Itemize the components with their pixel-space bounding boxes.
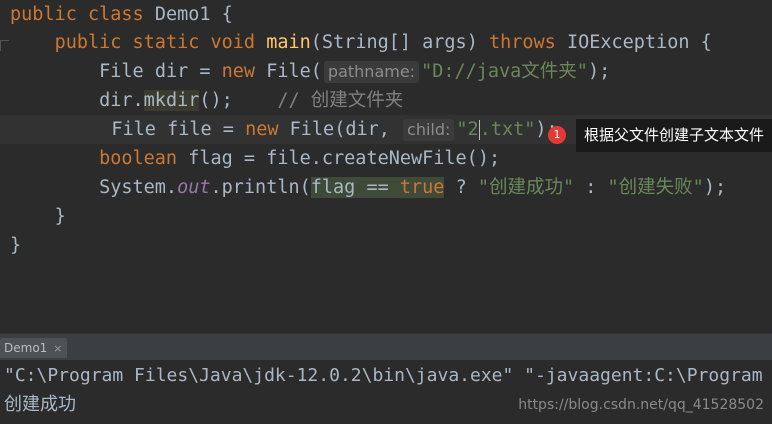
code-line-3[interactable]: File dir = new File(pathname: "D://java文件… (10, 57, 610, 86)
code-line-4[interactable]: dir.mkdir(); // 创建文件夹 (10, 86, 403, 115)
expression: file.createNewFile(); (266, 148, 501, 169)
condition: flag == (310, 177, 389, 198)
keyword: public (54, 32, 122, 53)
code-editor[interactable]: public class Demo1 { public static void … (0, 0, 772, 333)
console-output-line: 创建成功 (4, 394, 76, 415)
comment: // 创建文件夹 (277, 90, 404, 111)
keyword-true: true (399, 177, 445, 198)
call-end: (); (199, 90, 233, 111)
console-command-line: "C:\Program Files\Java\jdk-12.0.2\bin\ja… (4, 365, 763, 386)
operator: = (222, 119, 234, 140)
type: File (111, 119, 156, 140)
operator: = (199, 61, 211, 82)
object-ref: dir. (99, 90, 144, 111)
code-line-7[interactable]: System.out.println(flag == true ? "创建成功"… (10, 173, 726, 202)
brace: } (10, 235, 22, 256)
fold-marker[interactable] (0, 40, 9, 51)
code-line-8[interactable]: } (10, 202, 66, 231)
run-tab-demo1[interactable]: Demo1 × (0, 338, 67, 358)
ternary-colon: : (585, 177, 597, 198)
brace: } (54, 206, 66, 227)
code-line-2[interactable]: public static void main(String[] args) t… (10, 28, 712, 57)
code-line-6[interactable]: boolean flag = file.createNewFile(); (10, 144, 500, 173)
code-line-9[interactable]: } (10, 231, 21, 260)
string-literal-end: .txt" (479, 119, 536, 140)
annotation-tooltip: 根据父文件创建子文本文件 (576, 119, 772, 152)
params: (String[] args) (310, 32, 478, 53)
run-tab-label: Demo1 (4, 341, 48, 355)
code-line-1[interactable]: public class Demo1 { (10, 0, 233, 29)
string-literal: "创建成功" (477, 177, 575, 198)
static-field: out (177, 177, 211, 198)
method-call: mkdir (143, 90, 200, 111)
keyword: throws (488, 32, 556, 53)
string-literal-start: "2 (456, 119, 479, 140)
keyword: boolean (99, 148, 178, 169)
constructor: File( (266, 61, 322, 82)
string-literal: "D://java文件夹" (421, 61, 588, 82)
keyword: new (221, 61, 256, 82)
ternary-operator: ? (455, 177, 467, 198)
close-icon[interactable]: × (53, 342, 62, 355)
variable: file (167, 119, 212, 140)
brace: { (221, 4, 233, 25)
keyword: new (245, 119, 279, 140)
run-panel-header: Demo1 × (0, 333, 772, 360)
constructor: File(dir, (289, 119, 390, 140)
type: File (99, 61, 144, 82)
keyword: class (87, 4, 144, 25)
method-call: .println( (210, 177, 311, 198)
condition-highlight: flag == true (310, 177, 445, 198)
keyword: static (132, 32, 200, 53)
annotation-badge: 1 (548, 126, 566, 144)
exception-type: IOException (566, 32, 690, 53)
parameter-hint: pathname: (323, 61, 420, 83)
keyword: void (210, 32, 256, 53)
class-ref: System. (99, 177, 178, 198)
class-name: Demo1 (154, 4, 211, 25)
string-literal: "创建失败" (607, 177, 704, 198)
variable: dir (154, 61, 189, 82)
variable: flag (188, 148, 233, 169)
brace: { (700, 32, 712, 53)
statement-end: ); (703, 177, 727, 198)
operator: = (243, 148, 256, 169)
method-name: main (266, 32, 311, 53)
statement-end: ); (587, 61, 611, 82)
keyword: public (10, 4, 77, 25)
watermark: https://blog.csdn.net/qq_41528502 (518, 397, 764, 413)
parameter-hint: child: (403, 119, 455, 141)
